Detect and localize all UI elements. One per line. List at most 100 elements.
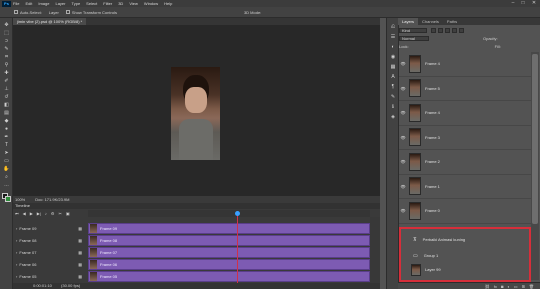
delete-layer-icon[interactable]: 🗑: [529, 284, 534, 289]
visibility-eye-icon[interactable]: 👁: [399, 61, 407, 66]
menu-help[interactable]: Help: [164, 1, 172, 6]
swatches-icon[interactable]: ▦: [390, 64, 396, 70]
playhead-handle[interactable]: [235, 211, 240, 216]
marquee-tool-icon[interactable]: ⬚: [3, 30, 10, 36]
layer-row[interactable]: 👁 Frame 5: [399, 77, 531, 101]
group-row[interactable]: ▭ Group 1: [401, 249, 529, 262]
expand-caret-icon[interactable]: ›: [16, 250, 17, 255]
maximize-icon[interactable]: □: [518, 0, 528, 7]
auto-select-checkbox[interactable]: [14, 10, 18, 14]
styles-icon[interactable]: ◈: [390, 114, 396, 120]
shape-tool-icon[interactable]: ▭: [3, 158, 10, 164]
color-icon[interactable]: ◉: [390, 54, 396, 60]
menu-type[interactable]: Type: [72, 1, 81, 6]
menu-edit[interactable]: Edit: [25, 1, 32, 6]
track-label[interactable]: › Frame 07 ▦: [13, 247, 88, 258]
expand-caret-icon[interactable]: ›: [16, 226, 17, 231]
stamp-tool-icon[interactable]: ⊥: [3, 86, 10, 92]
paragraph-icon[interactable]: ¶: [390, 84, 396, 90]
visibility-eye-icon[interactable]: 👁: [399, 159, 407, 164]
expand-caret-icon[interactable]: ›: [16, 262, 17, 267]
new-layer-icon[interactable]: ⊞: [522, 284, 525, 289]
first-frame-icon[interactable]: ⏮: [15, 211, 19, 216]
track-clip[interactable]: Frame 07: [88, 247, 370, 258]
visibility-eye-icon[interactable]: 👁: [399, 135, 407, 140]
timeline-scrollbar[interactable]: [370, 217, 380, 289]
track-clip[interactable]: Frame 05: [88, 271, 370, 282]
quick-select-tool-icon[interactable]: ✎: [3, 46, 10, 52]
brush-tool-icon[interactable]: ✐: [3, 78, 10, 84]
visibility-eye-icon[interactable]: 👁: [399, 184, 407, 189]
track-clip[interactable]: Frame 08: [88, 235, 370, 246]
blur-tool-icon[interactable]: ◆: [3, 118, 10, 124]
move-tool-icon[interactable]: ✥: [3, 22, 10, 28]
adjustment-filter-icon[interactable]: [438, 27, 443, 33]
scroll-thumb[interactable]: [532, 54, 538, 224]
history-brush-tool-icon[interactable]: ↺: [3, 94, 10, 100]
more-tools-icon[interactable]: …: [3, 182, 10, 188]
healing-tool-icon[interactable]: ✚: [3, 70, 10, 76]
track-label[interactable]: › Frame 05 ▦: [13, 271, 88, 282]
zoom-level[interactable]: 100%: [15, 197, 25, 202]
menu-layer[interactable]: Layer: [55, 1, 65, 6]
expand-caret-icon[interactable]: ›: [16, 238, 17, 243]
minimize-icon[interactable]: –: [508, 0, 518, 7]
canvas-image[interactable]: [171, 67, 220, 160]
menu-select[interactable]: Select: [86, 1, 97, 6]
track-label[interactable]: › Frame 06 ▦: [13, 259, 88, 270]
zoom-tool-icon[interactable]: ⌕: [3, 174, 10, 180]
history-icon[interactable]: ⎌: [390, 24, 396, 30]
layer-row[interactable]: 👁 Frame 4: [399, 52, 531, 77]
menu-window[interactable]: Window: [144, 1, 158, 6]
transition-icon[interactable]: ▣: [66, 211, 70, 216]
menu-file[interactable]: File: [13, 1, 19, 6]
close-icon[interactable]: ✕: [529, 0, 539, 7]
mask-icon[interactable]: ◙: [501, 284, 503, 289]
background-color-swatch[interactable]: [5, 196, 11, 202]
pen-tool-icon[interactable]: ✒: [3, 134, 10, 140]
play-icon[interactable]: ▶: [30, 211, 33, 216]
link-layers-icon[interactable]: ⛓: [485, 284, 490, 289]
track-label[interactable]: › Frame 09 ▦: [13, 223, 88, 234]
tab-channels[interactable]: Channels: [418, 18, 443, 25]
track-clip[interactable]: Frame 09: [88, 223, 370, 234]
brush-presets-icon[interactable]: ✎: [390, 94, 396, 100]
type-filter-icon[interactable]: [445, 27, 450, 33]
properties-icon[interactable]: ☰: [390, 34, 396, 40]
layer-row[interactable]: 👁 Frame 0: [399, 199, 531, 224]
gradient-tool-icon[interactable]: ▤: [3, 110, 10, 116]
info-icon[interactable]: ℹ: [390, 104, 396, 110]
expand-caret-icon[interactable]: ›: [16, 274, 17, 279]
eraser-tool-icon[interactable]: ◧: [3, 102, 10, 108]
new-group-icon[interactable]: ▭: [514, 284, 518, 289]
track-clip[interactable]: Frame 06: [88, 259, 370, 270]
settings-icon[interactable]: ⚙: [51, 211, 55, 216]
pixel-filter-icon[interactable]: [431, 27, 436, 33]
split-icon[interactable]: ✂: [58, 211, 61, 216]
lasso-tool-icon[interactable]: ↄ: [3, 38, 10, 44]
layer-row[interactable]: Layer 99: [401, 263, 529, 276]
visibility-eye-icon[interactable]: 👁: [399, 110, 407, 115]
crop-tool-icon[interactable]: ⌗: [3, 54, 10, 60]
layer-style-icon[interactable]: fx: [494, 284, 497, 289]
adjustments-icon[interactable]: ◐: [390, 44, 396, 50]
next-frame-icon[interactable]: ▶|: [37, 211, 41, 216]
smart-object-filter-icon[interactable]: [459, 27, 464, 33]
character-icon[interactable]: A: [390, 74, 396, 80]
type-tool-icon[interactable]: T: [3, 142, 10, 148]
blend-mode-dropdown[interactable]: Normal: [399, 35, 429, 41]
menu-3d[interactable]: 3D: [118, 1, 123, 6]
track-label[interactable]: › Frame 08 ▦: [13, 235, 88, 246]
adjustment-layer-row[interactable]: ⊼ Perbaiki Animasi kuning: [401, 233, 529, 246]
layer-row[interactable]: 👁 Frame 3: [399, 126, 531, 150]
shape-filter-icon[interactable]: [452, 27, 457, 33]
menu-image[interactable]: Image: [38, 1, 49, 6]
menu-filter[interactable]: Filter: [103, 1, 112, 6]
tab-paths[interactable]: Paths: [443, 18, 461, 25]
layer-row[interactable]: 👁 Frame 4: [399, 101, 531, 126]
menu-view[interactable]: View: [129, 1, 138, 6]
transform-checkbox[interactable]: [65, 10, 70, 14]
path-select-tool-icon[interactable]: ➤: [3, 150, 10, 156]
visibility-eye-icon[interactable]: 👁: [399, 86, 407, 91]
layers-scrollbar[interactable]: [531, 52, 539, 280]
